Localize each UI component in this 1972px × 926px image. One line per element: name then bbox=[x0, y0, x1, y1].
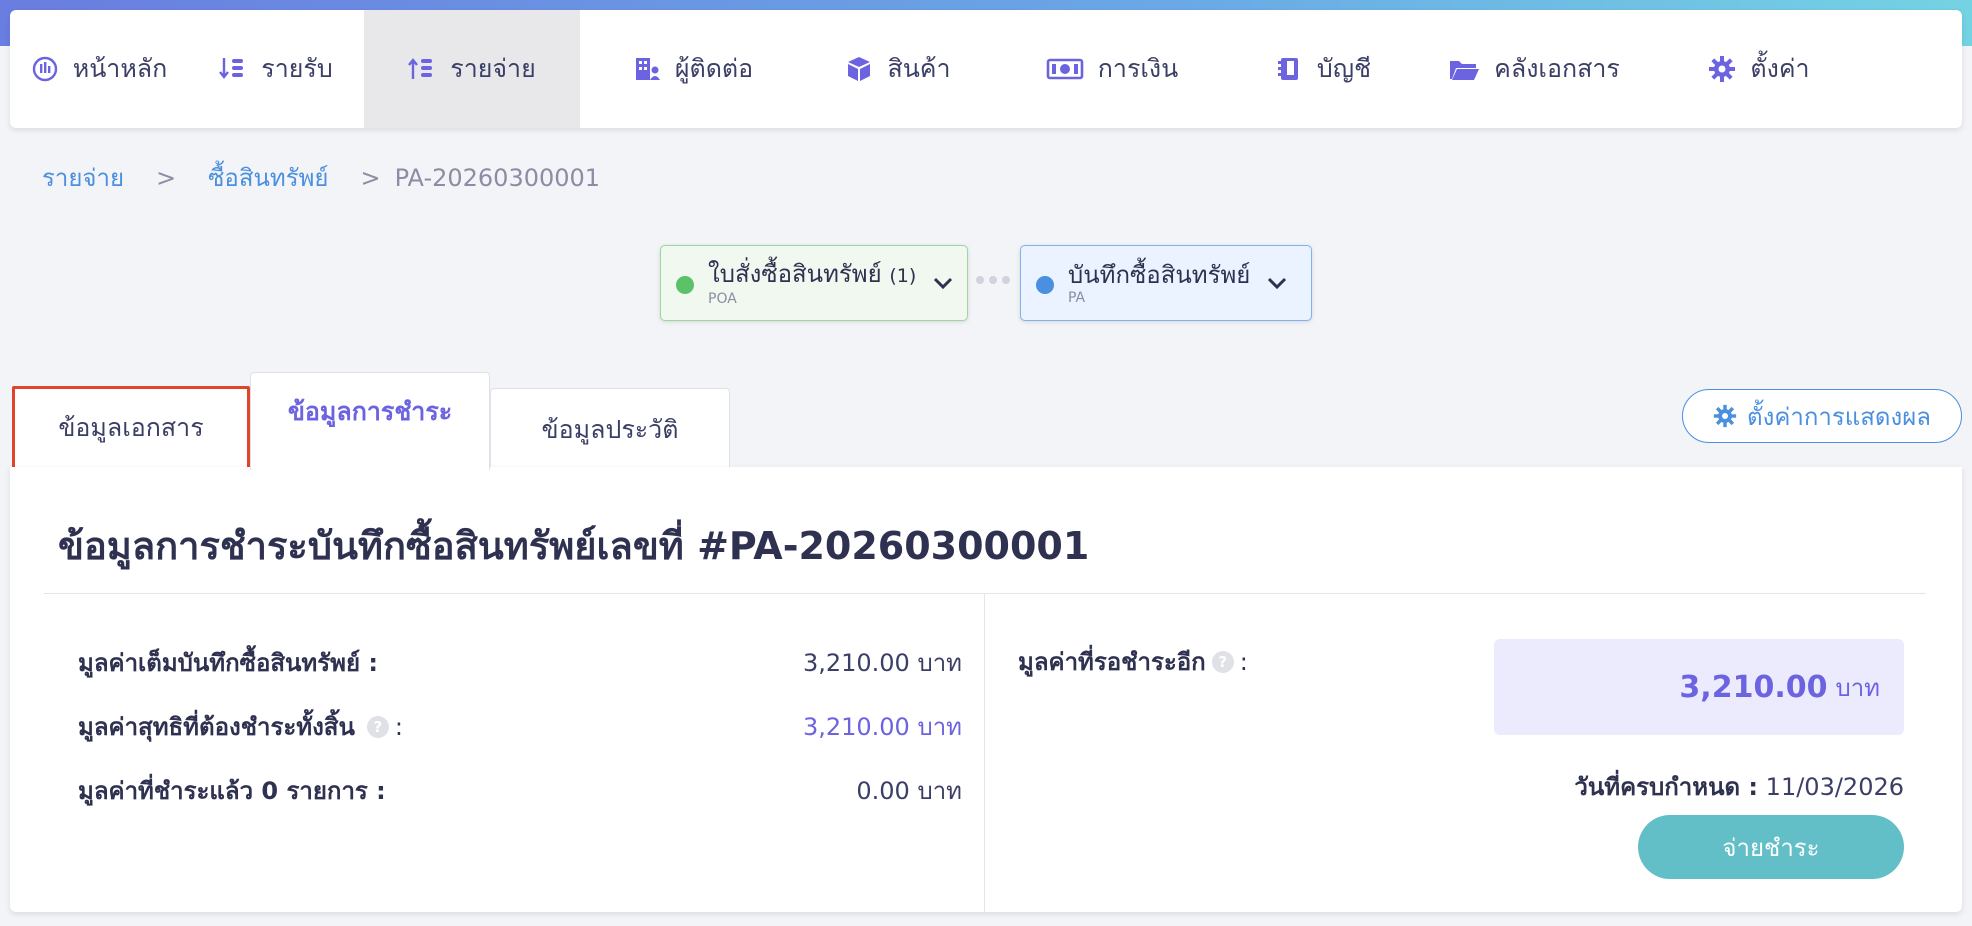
folder-icon bbox=[1448, 55, 1480, 83]
full-value-label: มูลค่าเต็มบันทึกซื้อสินทรัพย์ : bbox=[78, 649, 378, 677]
paid-row: มูลค่าที่ชำระแล้ว 0 รายการ : 0.00 บาท bbox=[78, 771, 962, 810]
nav-item-contacts[interactable]: ผู้ติดต่อ bbox=[580, 10, 806, 128]
money-icon bbox=[1046, 55, 1084, 83]
flow-card-asset-purchase[interactable]: บันทึกซื้อสินทรัพย์ PA bbox=[1020, 245, 1312, 321]
display-settings-label: ตั้งค่าการแสดงผล bbox=[1747, 402, 1931, 431]
breadcrumb-asset-purchase-link[interactable]: ซื้อสินทรัพย์ bbox=[208, 158, 328, 197]
box-icon bbox=[845, 55, 873, 83]
payment-info-panel: ข้อมูลการชำระบันทึกซื้อสินทรัพย์เลขที่ #… bbox=[10, 467, 1962, 912]
nav-label: การเงิน bbox=[1097, 54, 1179, 83]
gear-icon bbox=[1708, 55, 1736, 83]
gear-icon bbox=[1713, 404, 1737, 428]
due-date: วันที่ครบกำหนด : 11/03/2026 bbox=[1574, 767, 1904, 806]
remaining-unit: บาท bbox=[1835, 673, 1880, 702]
remaining-amount-box: 3,210.00 บาท bbox=[1494, 639, 1904, 735]
tab-payment-info[interactable]: ข้อมูลการชำระ bbox=[250, 372, 490, 470]
label-colon: : bbox=[394, 712, 403, 741]
tab-document-info[interactable]: ข้อมูลเอกสาร bbox=[12, 386, 250, 470]
status-dot-blue bbox=[1036, 276, 1054, 294]
net-payable-row: มูลค่าสุทธิที่ต้องชำระทั้งสิ้น ? : 3,210… bbox=[78, 707, 962, 746]
nav-item-income[interactable]: รายรับ bbox=[188, 10, 364, 128]
display-settings-button[interactable]: ตั้งค่าการแสดงผล bbox=[1682, 389, 1962, 443]
net-payable-label: มูลค่าสุทธิที่ต้องชำระทั้งสิ้น ? : bbox=[78, 707, 403, 746]
breadcrumb-separator: > bbox=[360, 163, 381, 192]
breadcrumb-current: PA-20260300001 bbox=[394, 163, 601, 192]
poa-count: (1) bbox=[889, 265, 917, 287]
breadcrumb-separator: > bbox=[156, 163, 177, 192]
nav-label: บัญชี bbox=[1316, 54, 1372, 83]
nav-label: ตั้งค่า bbox=[1750, 54, 1810, 83]
income-sort-icon bbox=[219, 55, 247, 83]
flow-card-purchase-order[interactable]: ใบสั่งซื้อสินทรัพย์ (1) POA bbox=[660, 245, 968, 321]
tab-history-info[interactable]: ข้อมูลประวัติ bbox=[490, 388, 730, 470]
flow-card-code: POA bbox=[708, 291, 737, 307]
dashboard-icon bbox=[31, 55, 59, 83]
nav-label: สินค้า bbox=[887, 54, 951, 83]
chevron-down-icon bbox=[934, 277, 953, 290]
nav-item-accounting[interactable]: บัญชี bbox=[1234, 10, 1412, 128]
help-icon[interactable]: ? bbox=[366, 715, 389, 738]
building-contact-icon bbox=[633, 55, 661, 83]
remaining-label: มูลค่าที่รอชำระอีก ? : bbox=[1018, 642, 1248, 681]
nav-item-expense[interactable]: รายจ่าย bbox=[364, 10, 580, 128]
divider bbox=[44, 593, 1926, 594]
nav-item-documents[interactable]: คลังเอกสาร bbox=[1412, 10, 1656, 128]
poa-title: ใบสั่งซื้อสินทรัพย์ bbox=[708, 260, 882, 288]
nav-label: หน้าหลัก bbox=[72, 54, 168, 83]
remaining-amount: 3,210.00 bbox=[1679, 669, 1828, 705]
label-colon: : bbox=[1239, 647, 1248, 676]
help-icon[interactable]: ? bbox=[1211, 650, 1234, 673]
flow-card-text: บันทึกซื้อสินทรัพย์ PA bbox=[1068, 260, 1250, 306]
expense-sort-icon bbox=[408, 55, 436, 83]
net-payable-label-text: มูลค่าสุทธิที่ต้องชำระทั้งสิ้น bbox=[78, 713, 355, 741]
divider bbox=[984, 594, 985, 912]
nav-item-finance[interactable]: การเงิน bbox=[990, 10, 1234, 128]
flow-card-title: บันทึกซื้อสินทรัพย์ bbox=[1068, 261, 1251, 289]
nav-label: คลังเอกสาร bbox=[1494, 54, 1620, 83]
net-payable-amount: 3,210.00 บาท bbox=[802, 713, 962, 741]
due-date-label: วันที่ครบกำหนด : bbox=[1574, 773, 1759, 801]
full-value-amount: 3,210.00 บาท bbox=[802, 649, 962, 677]
paid-label: มูลค่าที่ชำระแล้ว 0 รายการ : bbox=[78, 777, 386, 805]
flow-card-title: ใบสั่งซื้อสินทรัพย์ (1) bbox=[708, 259, 916, 291]
breadcrumb-expense-link[interactable]: รายจ่าย bbox=[42, 158, 124, 197]
nav-item-settings[interactable]: ตั้งค่า bbox=[1656, 10, 1862, 128]
nav-label: ผู้ติดต่อ bbox=[674, 54, 754, 83]
book-icon bbox=[1275, 55, 1303, 83]
nav-label: รายรับ bbox=[261, 54, 333, 83]
main-navbar: หน้าหลัก รายรับ รายจ่าย ผู้ติดต่อ สินค้า… bbox=[10, 10, 1962, 128]
pay-button[interactable]: จ่ายชำระ bbox=[1638, 815, 1904, 879]
full-value-row: มูลค่าเต็มบันทึกซื้อสินทรัพย์ : 3,210.00… bbox=[78, 643, 962, 682]
flow-card-code: PA bbox=[1068, 290, 1086, 306]
flow-card-text: ใบสั่งซื้อสินทรัพย์ (1) POA bbox=[708, 259, 916, 307]
due-date-value: 11/03/2026 bbox=[1765, 773, 1904, 801]
status-dot-green bbox=[676, 276, 694, 294]
remaining-label-text: มูลค่าที่รอชำระอีก bbox=[1018, 648, 1206, 676]
nav-label: รายจ่าย bbox=[450, 54, 536, 83]
breadcrumb: รายจ่าย > ซื้อสินทรัพย์ > PA-20260300001 bbox=[42, 158, 600, 197]
nav-item-home[interactable]: หน้าหลัก bbox=[10, 10, 188, 128]
chevron-down-icon bbox=[1268, 277, 1287, 290]
nav-item-products[interactable]: สินค้า bbox=[806, 10, 990, 128]
flow-connector-dots bbox=[976, 276, 1010, 284]
panel-title: ข้อมูลการชำระบันทึกซื้อสินทรัพย์เลขที่ #… bbox=[58, 524, 1090, 568]
paid-amount: 0.00 บาท bbox=[856, 777, 962, 805]
